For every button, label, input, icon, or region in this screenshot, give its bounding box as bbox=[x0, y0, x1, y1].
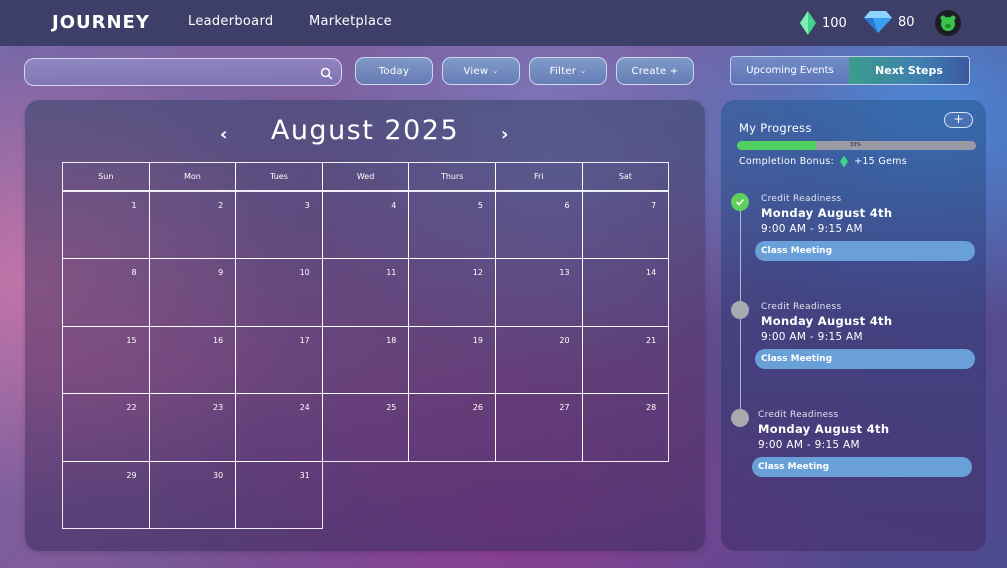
pig-avatar-icon bbox=[940, 15, 956, 31]
chevron-down-icon: ⌄ bbox=[492, 67, 499, 75]
bonus-value: +15 Gems bbox=[854, 156, 907, 167]
progress-percent: 33% bbox=[850, 142, 862, 148]
checkmark-icon bbox=[735, 198, 745, 206]
day-cell[interactable]: 11 bbox=[321, 258, 410, 327]
today-button[interactable]: Today bbox=[355, 57, 433, 85]
view-dropdown[interactable]: View ⌄ bbox=[442, 57, 520, 85]
day-header: Thurs bbox=[408, 162, 496, 191]
day-cell[interactable]: 16 bbox=[148, 325, 237, 395]
day-cell[interactable]: 18 bbox=[321, 325, 410, 395]
step-pending-icon bbox=[731, 409, 749, 427]
avatar[interactable] bbox=[935, 10, 961, 36]
day-header: Mon bbox=[148, 162, 237, 191]
day-cell[interactable]: 21 bbox=[581, 325, 670, 395]
search-input[interactable] bbox=[24, 58, 342, 86]
day-cell[interactable]: 27 bbox=[495, 393, 583, 462]
day-cell[interactable]: 13 bbox=[495, 258, 583, 327]
event-date: Monday August 4th bbox=[761, 206, 893, 220]
day-cell[interactable]: 31 bbox=[235, 460, 323, 529]
day-cell[interactable]: 3 bbox=[235, 191, 323, 260]
day-cell[interactable]: 12 bbox=[408, 258, 496, 327]
create-button[interactable]: Create + bbox=[616, 57, 694, 85]
green-gem-icon bbox=[800, 11, 816, 35]
event-tabs: Upcoming Events Next Steps bbox=[730, 56, 970, 85]
completion-bonus: Completion Bonus: +15 Gems bbox=[739, 155, 907, 168]
search-icon[interactable] bbox=[320, 65, 333, 84]
day-cell[interactable]: 4 bbox=[321, 191, 410, 260]
month-title: August 2025 bbox=[270, 115, 460, 146]
diamond-icon bbox=[864, 11, 892, 33]
app-logo[interactable]: JOURNEY bbox=[52, 12, 150, 33]
day-cell[interactable]: 20 bbox=[495, 325, 583, 395]
event-tag-button[interactable]: Class Meeting bbox=[755, 241, 975, 261]
day-cell[interactable]: 9 bbox=[148, 258, 237, 327]
day-cell[interactable]: 7 bbox=[581, 191, 670, 260]
nav-marketplace[interactable]: Marketplace bbox=[309, 14, 392, 29]
event-date: Monday August 4th bbox=[758, 422, 890, 436]
nav-leaderboard[interactable]: Leaderboard bbox=[188, 14, 273, 29]
chevron-down-icon: ⌄ bbox=[580, 67, 587, 75]
event-category: Credit Readiness bbox=[761, 302, 842, 312]
day-cell[interactable]: 19 bbox=[408, 325, 496, 395]
tab-upcoming-events[interactable]: Upcoming Events bbox=[731, 57, 849, 84]
progress-title: My Progress bbox=[739, 121, 812, 135]
today-label: Today bbox=[378, 65, 410, 77]
event-tag-button[interactable]: Class Meeting bbox=[752, 457, 972, 477]
event-date: Monday August 4th bbox=[761, 314, 893, 328]
event-tag-button[interactable]: Class Meeting bbox=[755, 349, 975, 369]
step-pending-icon bbox=[731, 301, 749, 319]
bonus-label: Completion Bonus: bbox=[739, 156, 835, 167]
day-cell[interactable]: 23 bbox=[148, 393, 237, 462]
day-header: Sun bbox=[62, 162, 150, 191]
blue-gem-value: 80 bbox=[898, 14, 915, 30]
day-cell[interactable]: 15 bbox=[62, 325, 150, 395]
day-cell[interactable]: 26 bbox=[408, 393, 496, 462]
event-category: Credit Readiness bbox=[758, 410, 839, 420]
step-complete-icon bbox=[731, 193, 749, 211]
top-bar: JOURNEY Leaderboard Marketplace 100 80 bbox=[0, 0, 1007, 46]
tab-next-steps[interactable]: Next Steps bbox=[849, 57, 969, 84]
filter-dropdown[interactable]: Filter ⌄ bbox=[529, 57, 607, 85]
day-cell[interactable]: 24 bbox=[235, 393, 323, 462]
filter-label: Filter bbox=[549, 65, 577, 77]
event-time: 9:00 AM - 9:15 AM bbox=[758, 439, 860, 451]
day-cell[interactable]: 1 bbox=[62, 191, 150, 260]
day-cell[interactable]: 14 bbox=[581, 258, 670, 327]
prev-month-button[interactable]: ‹ bbox=[220, 124, 227, 145]
blue-gem-count: 80 bbox=[864, 11, 915, 33]
event-time: 9:00 AM - 9:15 AM bbox=[761, 331, 863, 343]
day-cell[interactable]: 28 bbox=[581, 393, 670, 462]
day-cell[interactable]: 8 bbox=[62, 258, 150, 327]
day-cell[interactable]: 6 bbox=[495, 191, 583, 260]
day-cell[interactable]: 29 bbox=[62, 460, 150, 529]
day-cell[interactable]: 22 bbox=[62, 393, 150, 462]
day-cell[interactable]: 10 bbox=[235, 258, 323, 327]
day-header: Fri bbox=[495, 162, 583, 191]
day-cell[interactable]: 5 bbox=[408, 191, 496, 260]
add-step-button[interactable]: + bbox=[944, 112, 973, 128]
day-cell[interactable]: 30 bbox=[148, 460, 237, 529]
event-time: 9:00 AM - 9:15 AM bbox=[761, 223, 863, 235]
create-label: Create + bbox=[631, 65, 679, 77]
green-gem-value: 100 bbox=[822, 15, 847, 31]
day-header: Wed bbox=[321, 162, 410, 191]
day-header: Tues bbox=[235, 162, 323, 191]
day-cell[interactable]: 25 bbox=[321, 393, 410, 462]
view-label: View bbox=[463, 65, 489, 77]
event-category: Credit Readiness bbox=[761, 194, 842, 204]
day-header: Sat bbox=[581, 162, 670, 191]
day-cell[interactable]: 2 bbox=[148, 191, 237, 260]
green-gem-count: 100 bbox=[800, 11, 847, 35]
next-month-button[interactable]: › bbox=[501, 124, 508, 145]
progress-bar-fill bbox=[737, 141, 816, 150]
day-cell[interactable]: 17 bbox=[235, 325, 323, 395]
green-gem-icon bbox=[840, 155, 849, 168]
